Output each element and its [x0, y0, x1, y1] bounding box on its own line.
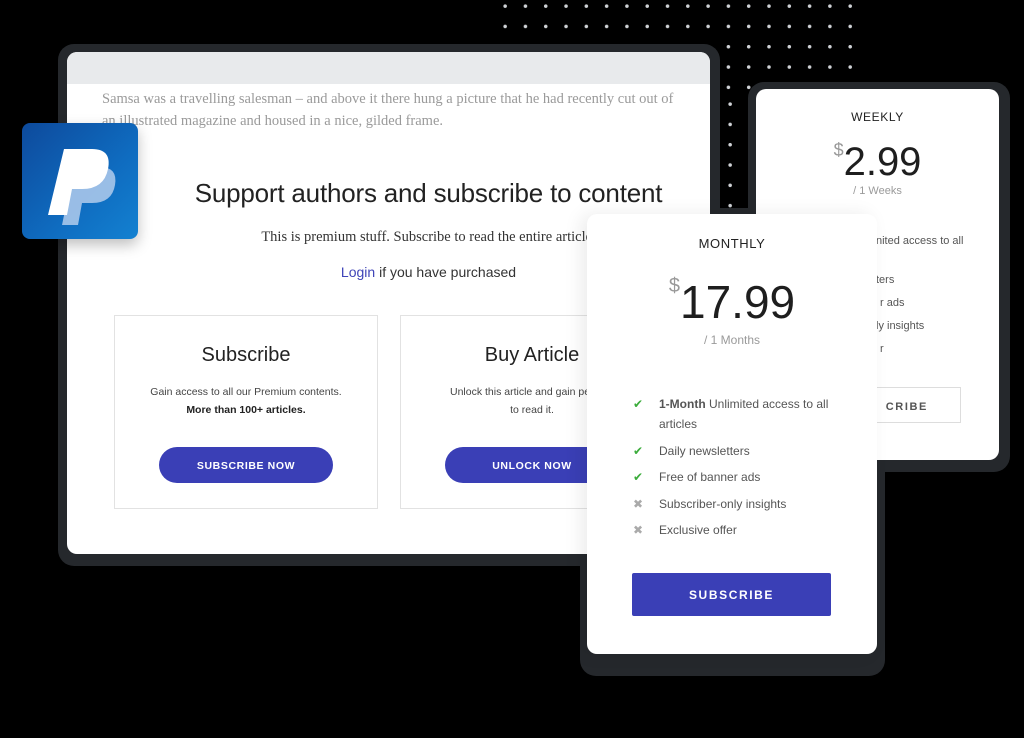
- plan-name: WEEKLY: [851, 110, 904, 124]
- feature-item: ✖ Subscriber-only insights: [633, 494, 833, 514]
- login-link[interactable]: Login: [341, 264, 375, 280]
- currency-symbol: $: [833, 140, 844, 160]
- feature-text: Daily newsletters: [659, 443, 750, 458]
- feature-item: r ads: [880, 297, 905, 309]
- feature-item: ✔ 1-Month Unlimited access to all article…: [633, 394, 833, 434]
- feature-item: ✔ Daily newsletters: [633, 441, 833, 461]
- plan-period: / 1 Months: [703, 333, 761, 347]
- subscribe-option: Subscribe Gain access to all our Premium…: [114, 315, 378, 509]
- check-icon: ✔: [633, 443, 644, 458]
- plan-period: / 1 Weeks: [853, 185, 902, 197]
- subscribe-now-button[interactable]: SUBSCRIBE NOW: [159, 447, 333, 483]
- option-desc: Gain access to all our Premium contents.: [150, 386, 342, 398]
- article-excerpt: Samsa was a travelling salesman – and ab…: [102, 91, 674, 129]
- paywall-headline: Support authors and subscribe to content: [194, 178, 663, 208]
- cross-icon: ✖: [633, 496, 644, 511]
- feature-item: ✔ Free of banner ads: [633, 467, 833, 487]
- feature-item: ly insights: [876, 320, 925, 332]
- price-amount: 17.99: [680, 276, 796, 328]
- feature-bold: 1-Month: [659, 397, 706, 411]
- monthly-plan-card: MONTHLY $17.99 / 1 Months ✔ 1-Month Unlim…: [587, 214, 877, 654]
- feature-item: nited access to all: [876, 235, 964, 247]
- article-header-bar: [67, 52, 710, 84]
- feature-item: ters: [876, 274, 895, 286]
- paypal-p-icon: [48, 149, 116, 225]
- option-desc-bold: More than 100+ articles.: [186, 404, 306, 416]
- feature-text: Free of banner ads: [659, 470, 761, 484]
- feature-item: r: [880, 343, 884, 355]
- price-amount: 2.99: [843, 140, 922, 184]
- plan-price: $17.99: [587, 275, 877, 329]
- check-icon: ✔: [633, 397, 644, 411]
- option-title: Subscribe: [201, 344, 291, 366]
- login-suffix: if you have purchased: [375, 264, 517, 280]
- monthly-feature-list: ✔ 1-Month Unlimited access to all article…: [633, 394, 833, 547]
- cross-icon: ✖: [633, 523, 644, 537]
- feature-text: Exclusive offer: [659, 523, 737, 537]
- plan-price: $2.99: [756, 140, 999, 185]
- check-icon: ✔: [633, 470, 644, 484]
- feature-text: Subscriber-only insights: [659, 496, 787, 511]
- currency-symbol: $: [668, 275, 680, 297]
- plan-name: MONTHLY: [698, 236, 766, 251]
- monthly-subscribe-button[interactable]: SUBSCRIBE: [632, 573, 831, 616]
- paypal-logo-icon: [22, 123, 138, 239]
- feature-item: ✖ Exclusive offer: [633, 520, 833, 540]
